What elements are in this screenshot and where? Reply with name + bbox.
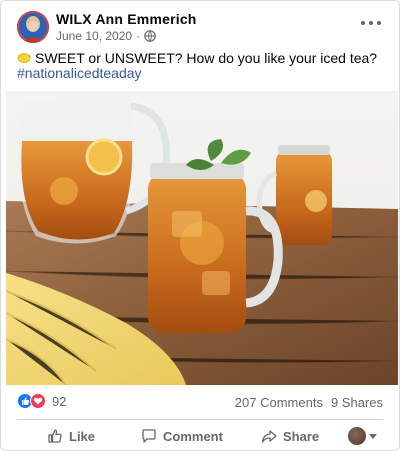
comment-icon [142, 429, 156, 443]
action-bar: Like Comment Share [1, 421, 399, 450]
post-header: WILX Ann Emmerich June 10, 2020 · [1, 1, 399, 45]
love-icon [30, 393, 46, 409]
post-card: WILX Ann Emmerich June 10, 2020 · SWEET … [0, 0, 400, 451]
reactions-summary[interactable]: 92 [17, 393, 66, 409]
post-meta: June 10, 2020 · [56, 29, 156, 43]
post-date[interactable]: June 10, 2020 [56, 29, 132, 43]
user-avatar [348, 427, 366, 445]
share-button[interactable]: Share [261, 428, 319, 444]
share-icon [261, 430, 277, 443]
shares-count-link[interactable]: 9 Shares [331, 395, 383, 410]
iced-tea-photo[interactable] [6, 91, 398, 385]
engagement-stats: 207 Comments 9 Shares [235, 395, 383, 410]
author-avatar[interactable] [17, 11, 49, 43]
globe-icon [144, 30, 156, 42]
comment-label: Comment [163, 428, 223, 444]
author-name[interactable]: WILX Ann Emmerich [56, 11, 197, 27]
like-label: Like [69, 428, 96, 444]
hashtag-link[interactable]: #nationalicedteaday [17, 65, 142, 81]
post-body: SWEET or UNSWEET? How do you like your i… [35, 50, 378, 66]
comments-count-link[interactable]: 207 Comments [235, 395, 323, 410]
like-button[interactable]: Like [47, 428, 95, 444]
reaction-identity-selector[interactable] [348, 427, 377, 445]
lemon-icon [17, 53, 31, 63]
comment-button[interactable]: Comment [141, 428, 223, 444]
more-options-icon[interactable] [361, 15, 381, 31]
thumbs-up-icon [48, 429, 62, 443]
chevron-down-icon [369, 433, 377, 439]
reaction-count: 92 [52, 393, 67, 409]
share-label: Share [283, 428, 320, 444]
divider [17, 419, 383, 420]
